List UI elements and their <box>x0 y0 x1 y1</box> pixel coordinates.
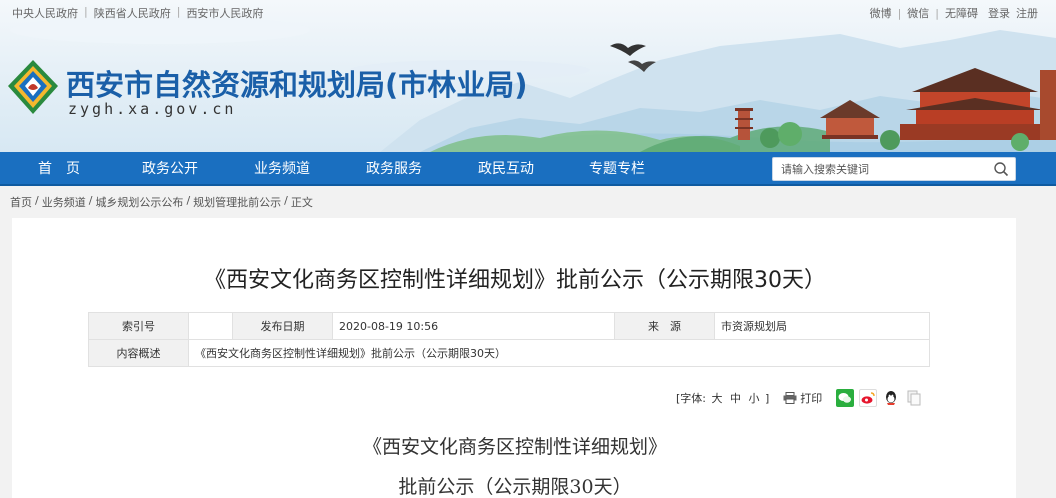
breadcrumb-home[interactable]: 首页 <box>10 194 32 210</box>
printer-icon <box>783 392 797 404</box>
breadcrumb-separator: / <box>88 194 93 207</box>
nav-public-interaction[interactable]: 政民互动 <box>478 152 534 186</box>
breadcrumb: 首页 / 业务频道 / 城乡规划公示公布 / 规划管理批前公示 / 正文 <box>10 194 313 210</box>
divider: | <box>897 6 902 20</box>
top-link-xian-gov[interactable]: 西安市人民政府 <box>186 5 263 21</box>
font-size-medium[interactable]: 中 <box>730 392 741 405</box>
header-banner: 中央人民政府 | 陕西省人民政府 | 西安市人民政府 微博 | 微信 | 无障碍… <box>0 0 1056 152</box>
nav-special-topics[interactable]: 专题专栏 <box>589 152 645 186</box>
breadcrumb-separator: / <box>35 194 39 207</box>
top-link-wechat[interactable]: 微信 <box>907 5 929 21</box>
weibo-icon[interactable] <box>859 389 878 407</box>
divider: | <box>935 6 939 20</box>
article-meta-table: 索引号 发布日期 2020-08-19 10:56 来 源 市资源规划局 内容概… <box>88 312 930 367</box>
top-link-register[interactable]: 注册 <box>1016 5 1038 21</box>
site-title: 西安市自然资源和规划局(市林业局) <box>66 68 528 102</box>
font-size-label: [字体: <box>676 392 706 405</box>
article-title: 《西安文化商务区控制性详细规划》批前公示（公示期限30天） <box>204 268 826 293</box>
site-domain: zygh.xa.gov.cn <box>68 100 237 118</box>
table-row: 索引号 发布日期 2020-08-19 10:56 来 源 市资源规划局 <box>88 312 930 340</box>
print-label: 打印 <box>800 392 823 405</box>
body-heading-line-1: 《西安文化商务区控制性详细规划》 <box>362 436 667 458</box>
top-links-left: 中央人民政府 | 陕西省人民政府 | 西安市人民政府 <box>12 5 263 21</box>
table-row: 内容概述 《西安文化商务区控制性详细规划》批前公示（公示期限30天） <box>88 339 930 367</box>
divider: | <box>84 5 88 18</box>
meta-date-label: 发布日期 <box>232 312 333 340</box>
wechat-icon[interactable] <box>836 389 855 407</box>
top-link-central-gov[interactable]: 中央人民政府 <box>12 5 78 21</box>
meta-date-value: 2020-08-19 10:56 <box>332 312 615 340</box>
meta-index-label: 索引号 <box>88 312 189 340</box>
article-tools: [字体: 大 中 小 ] 打印 <box>676 389 924 407</box>
nav-government-affairs-disclosure[interactable]: 政务公开 <box>142 152 198 186</box>
meta-summary-label: 内容概述 <box>88 339 189 367</box>
meta-index-value <box>188 312 233 340</box>
meta-source-value: 市资源规划局 <box>714 312 930 340</box>
nav-government-services[interactable]: 政务服务 <box>366 152 422 186</box>
search-icon[interactable] <box>993 161 1009 177</box>
copy-icon[interactable] <box>905 389 924 407</box>
qq-icon[interactable] <box>882 389 901 407</box>
meta-source-label: 来 源 <box>614 312 715 340</box>
top-link-weibo[interactable]: 微博 <box>870 5 892 21</box>
top-links-right: 微博 | 微信 | 无障碍 登录 注册 <box>870 5 1038 21</box>
nav-home[interactable]: 首 页 <box>38 152 80 186</box>
top-link-login[interactable]: 登录 <box>988 5 1010 21</box>
font-size-label-close: ] <box>765 392 770 405</box>
breadcrumb-planning-announcements[interactable]: 城乡规划公示公布 <box>95 194 183 210</box>
print-button[interactable]: 打印 <box>783 390 822 406</box>
nav-business-channel[interactable]: 业务频道 <box>254 152 310 186</box>
body-heading-line-2: 批前公示（公示期限30天） <box>398 476 632 498</box>
search-box <box>772 157 1016 181</box>
font-size-large[interactable]: 大 <box>712 392 723 405</box>
breadcrumb-separator: / <box>284 194 288 207</box>
meta-summary-value: 《西安文化商务区控制性详细规划》批前公示（公示期限30天） <box>188 339 930 367</box>
breadcrumb-current: 正文 <box>290 196 313 209</box>
font-size-small[interactable]: 小 <box>749 392 760 405</box>
top-link-shaanxi-gov[interactable]: 陕西省人民政府 <box>94 5 171 21</box>
divider: | <box>176 5 181 18</box>
search-input[interactable] <box>781 158 981 180</box>
breadcrumb-separator: / <box>186 194 191 207</box>
site-logo-icon[interactable] <box>6 58 60 116</box>
font-size-switcher: [字体: 大 中 小 ] <box>676 390 769 406</box>
breadcrumb-pre-approval-notices[interactable]: 规划管理批前公示 <box>193 194 281 210</box>
top-link-accessibility[interactable]: 无障碍 <box>945 5 978 21</box>
breadcrumb-business-channel[interactable]: 业务频道 <box>42 194 86 210</box>
